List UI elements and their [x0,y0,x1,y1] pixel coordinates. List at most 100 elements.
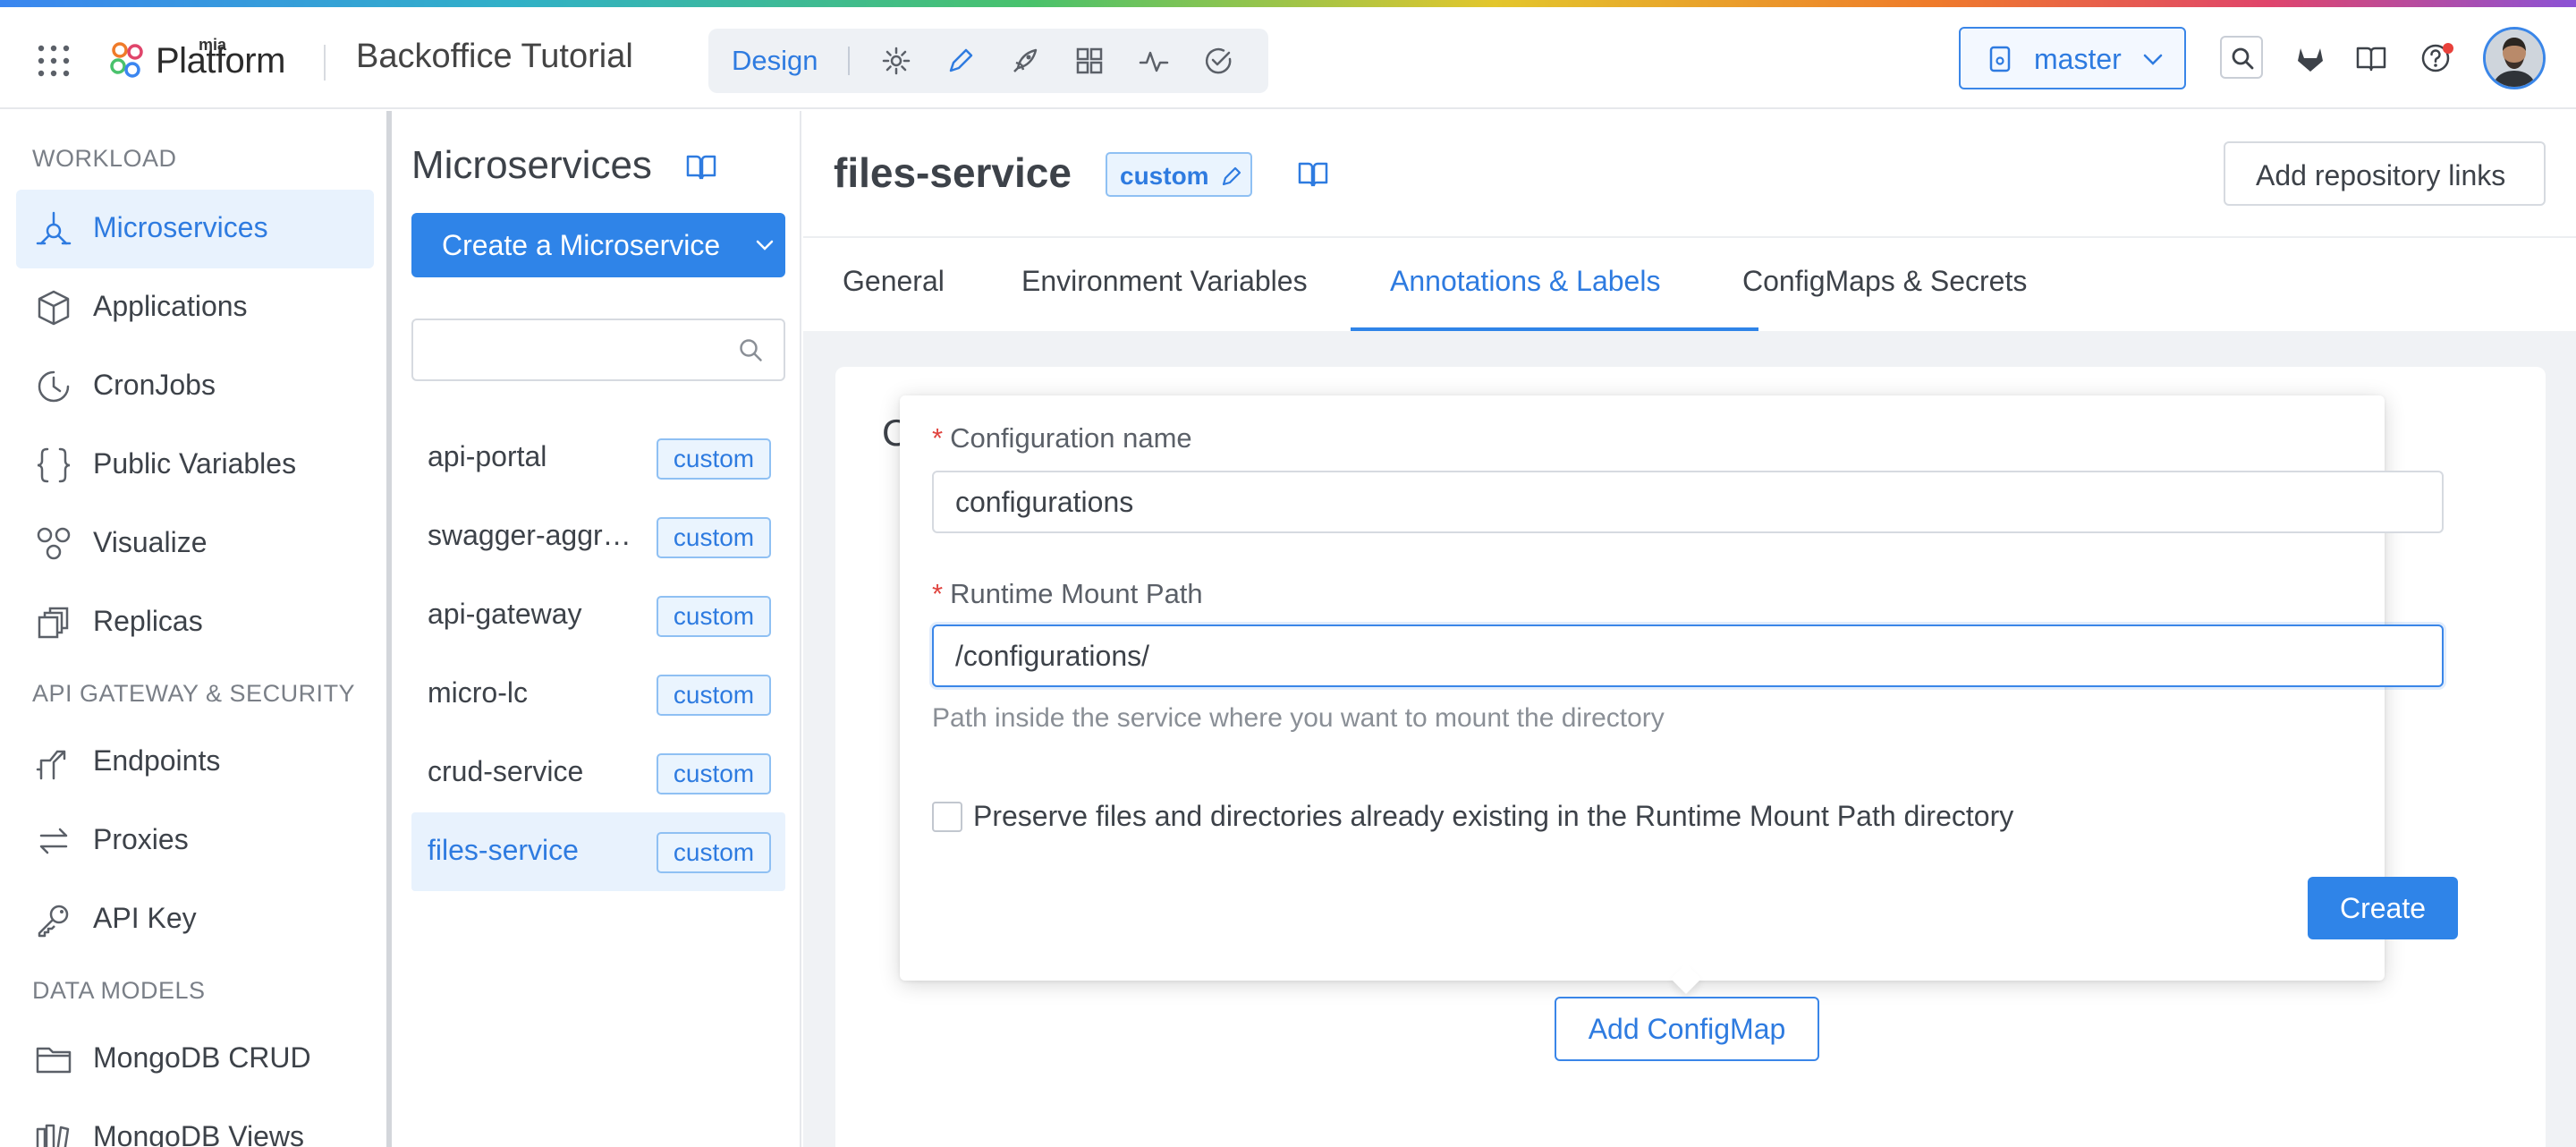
check-circle-icon[interactable] [1202,45,1234,77]
microservice-name: api-portal [428,440,547,472]
sidebar-item-visualize[interactable]: Visualize [16,505,374,583]
microservice-name: swagger-aggregator [428,519,633,551]
tab-annotations-labels[interactable]: Annotations & Labels [1390,265,1660,298]
configuration-name-label: * Configuration name [932,422,1192,455]
runtime-mount-path-field[interactable] [932,624,2444,687]
add-configmap-button[interactable]: Add ConfigMap [1555,997,1819,1061]
top-header: mia Platform Backoffice Tutorial Design [0,7,2576,109]
service-type-tag[interactable]: custom [1106,152,1252,197]
sidebar-item-proxies[interactable]: Proxies [16,802,374,880]
branch-selector[interactable]: master [1959,27,2186,89]
sidebar-item-public-variables[interactable]: Public Variables [16,426,374,505]
configuration-name-field[interactable] [932,471,2444,533]
preserve-files-label[interactable]: Preserve files and directories already e… [973,800,2013,833]
create-configmap-popover: *Configuration name *Runtime Mount Path … [900,395,2458,981]
microservice-list-item[interactable]: api-gateway custom [411,576,785,655]
key-icon [38,905,69,938]
microservice-name: micro-lc [428,676,528,709]
sidebar-item-label: CronJobs [93,369,216,401]
rocket-icon[interactable] [1009,45,1041,77]
sidebar-item-label: Endpoints [93,744,221,777]
tab-configmaps-secrets[interactable]: ConfigMaps & Secrets [1742,265,2027,298]
sidebar-item-api-key[interactable]: API Key [16,880,374,959]
nodes-icon [37,527,71,560]
activity-icon[interactable] [1138,45,1170,77]
configuration-name-label-text: Configuration name [950,422,1192,454]
mode-separator [848,47,850,75]
create-microservice-button[interactable]: Create a Microservice [411,213,785,277]
global-search-button[interactable] [2220,36,2263,79]
microservice-list-item[interactable]: api-portal custom [411,419,785,497]
user-avatar[interactable] [2483,27,2546,89]
runtime-mount-path-help: Path inside the service where you want t… [932,703,1665,733]
sidebar-item-replicas[interactable]: Replicas [16,583,374,662]
custom-tag: custom [657,517,771,558]
custom-tag: custom [657,832,771,873]
sidebar-item-cronjobs[interactable]: CronJobs [16,347,374,426]
sidebar-item-endpoints[interactable]: Endpoints [16,723,374,802]
endpoint-icon [36,750,66,780]
add-repository-links-button[interactable]: Add repository links [2224,141,2546,206]
service-tag-label: custom [1120,162,1209,190]
header-divider [324,45,326,81]
header-divider [803,236,2576,238]
logo-mark-icon [110,42,143,78]
preserve-files-checkbox[interactable] [932,802,962,832]
microservice-search-input[interactable] [411,319,785,381]
tab-general[interactable]: General [843,265,945,298]
microservice-name: files-service [428,834,579,866]
gear-icon[interactable] [880,45,912,77]
tab-environment-variables[interactable]: Environment Variables [1021,265,1308,298]
copies-icon [38,607,69,639]
microservice-name: api-gateway [428,598,582,630]
sidebar-item-label: Replicas [93,605,203,637]
microservice-list-item[interactable]: crud-service custom [411,734,785,812]
chevron-down-icon [756,240,774,251]
sidebar-section-title: WORKLOAD [32,145,177,172]
microservice-list-item[interactable]: swagger-aggregator custom [411,497,785,576]
add-repository-links-label: Add repository links [2256,159,2506,191]
mia-platform-logo[interactable]: mia Platform [107,32,285,89]
sidebar-item-applications[interactable]: Applications [16,268,374,347]
runtime-mount-path-label-text: Runtime Mount Path [950,578,1203,609]
documentation-book-icon[interactable] [1297,159,1329,190]
custom-tag: custom [657,675,771,716]
clock-icon [38,370,70,403]
cube-icon [38,290,70,326]
sidebar-item-label: Visualize [93,526,208,558]
top-gradient-bar [0,0,2576,7]
microservices-list-panel: Microservices Create a Microservice api-… [392,111,801,1147]
logo-small-text: mia [199,35,227,54]
custom-tag: custom [657,753,771,794]
sidebar-item-mongodb-crud[interactable]: MongoDB CRUD [16,1020,374,1099]
dashboard-grid-icon[interactable] [1073,45,1106,77]
microservice-list-item[interactable]: micro-lc custom [411,655,785,734]
create-button[interactable]: Create [2308,877,2458,939]
design-mode-link[interactable]: Design [732,45,818,77]
branch-icon [1989,46,2011,72]
apps-grid-icon[interactable] [36,43,72,79]
mode-switcher: Design [708,29,1268,93]
gitlab-icon[interactable] [2293,41,2327,75]
pencil-icon[interactable] [945,45,977,77]
custom-tag: custom [657,438,771,480]
avatar-picture [2486,30,2543,87]
microservice-list-item-selected[interactable]: files-service custom [411,812,785,891]
service-header: files-service custom Add repository link… [803,111,2576,331]
folder-icon [36,1047,72,1074]
notification-dot [2443,43,2453,54]
sidebar-item-mongodb-views[interactable]: MongoDB Views [16,1099,374,1147]
sidebar-item-microservices[interactable]: Microservices [16,190,374,268]
sidebar-item-label: Public Variables [93,447,297,480]
documentation-book-icon[interactable] [685,152,717,183]
required-mark: * [932,578,944,609]
sidebar-section-title: DATA MODELS [32,977,206,1004]
braces-icon [37,447,71,483]
active-tab-indicator [1351,327,1758,331]
project-title[interactable]: Backoffice Tutorial [356,38,633,76]
microservices-icon [36,211,72,245]
runtime-mount-path-label: * Runtime Mount Path [932,578,1203,610]
documentation-book-icon[interactable] [2354,41,2388,75]
branch-name: master [2034,43,2122,75]
search-icon [740,339,762,361]
